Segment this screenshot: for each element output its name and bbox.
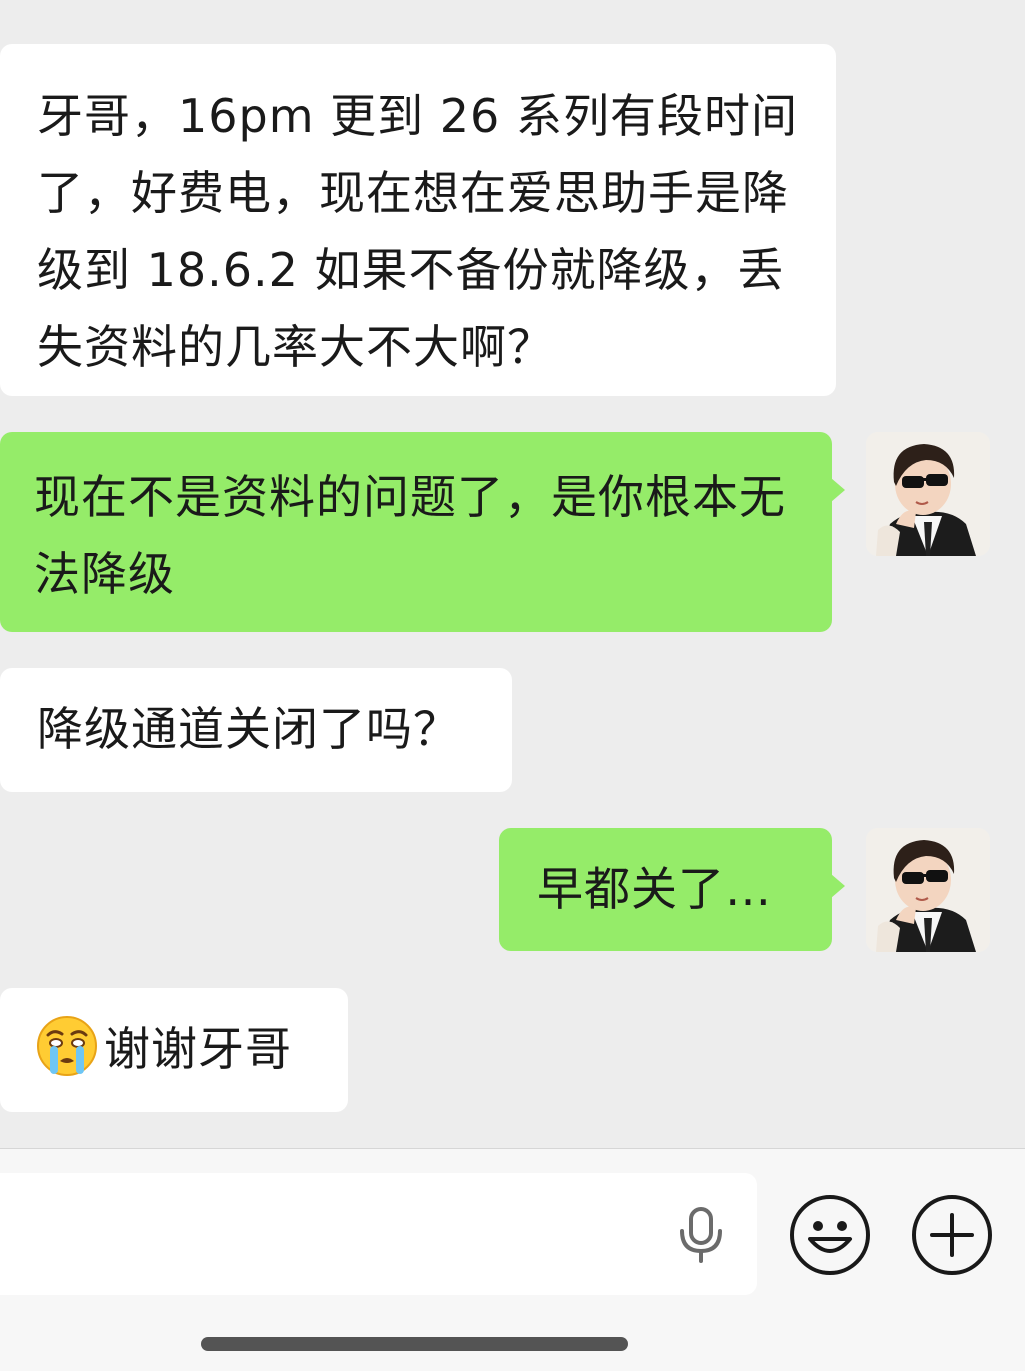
avatar-image: [866, 432, 990, 556]
received-message-bubble[interactable]: 降级通道关闭了吗？: [0, 668, 512, 792]
message-input-box[interactable]: [0, 1173, 757, 1297]
crying-face-emoji-icon: [37, 1016, 97, 1076]
bubble-tail: [831, 478, 845, 502]
smiley-icon[interactable]: [788, 1193, 872, 1277]
avatar-image: [866, 828, 990, 952]
my-avatar[interactable]: [866, 432, 990, 556]
bubble-tail: [831, 874, 845, 898]
received-message-bubble[interactable]: 牙哥，16pm 更到 26 系列有段时间了，好费电，现在想在爱思助手是降级到 1…: [0, 44, 836, 396]
message-text: 降级通道关闭了吗？: [37, 702, 460, 756]
chat-message-area[interactable]: 牙哥，16pm 更到 26 系列有段时间了，好费电，现在想在爱思助手是降级到 1…: [0, 0, 1025, 1148]
message-text: 现在不是资料的问题了，是你根本无法降级: [34, 470, 786, 601]
received-message-bubble[interactable]: 谢谢牙哥: [0, 988, 348, 1112]
sent-message-bubble[interactable]: 现在不是资料的问题了，是你根本无法降级: [0, 432, 845, 632]
mic-icon[interactable]: [676, 1205, 726, 1265]
home-indicator[interactable]: [201, 1337, 628, 1351]
message-text: 牙哥，16pm 更到 26 系列有段时间了，好费电，现在想在爱思助手是降级到 1…: [37, 89, 798, 374]
plus-circle-icon[interactable]: [910, 1193, 994, 1277]
message-text: 谢谢牙哥: [104, 1022, 292, 1076]
message-text: 早都关了…: [537, 862, 772, 916]
my-avatar[interactable]: [866, 828, 990, 952]
sent-message-bubble[interactable]: 早都关了…: [499, 828, 845, 951]
message-input[interactable]: [20, 1173, 654, 1297]
